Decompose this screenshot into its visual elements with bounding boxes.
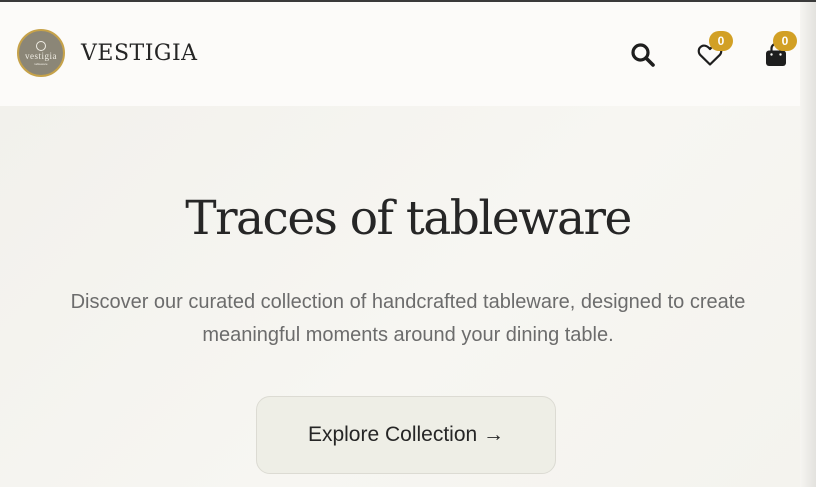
cart-count-badge: 0 bbox=[773, 31, 797, 51]
site-header: vestigia tableware VESTIGIA 0 0 bbox=[0, 2, 800, 107]
hero-subtitle-line-1: Discover our curated collection of handc… bbox=[70, 291, 746, 313]
hero-section: Traces of tableware Discover our curated… bbox=[0, 106, 800, 487]
logo-subtext: tableware bbox=[34, 61, 48, 66]
search-icon bbox=[631, 43, 655, 67]
hero-title: Traces of tableware bbox=[185, 191, 632, 246]
logo-mark-text: vestigia bbox=[25, 50, 57, 61]
search-button[interactable] bbox=[628, 40, 658, 70]
brand-name: VESTIGIA bbox=[81, 40, 198, 66]
logo-emblem-icon bbox=[36, 40, 46, 51]
logo-badge: vestigia tableware bbox=[17, 29, 65, 77]
wishlist-count-badge: 0 bbox=[709, 31, 733, 51]
hero-subtitle: Discover our curated collection of handc… bbox=[0, 286, 816, 352]
explore-collection-button[interactable]: Explore Collection → bbox=[256, 396, 556, 474]
brand-logo-link[interactable]: vestigia tableware VESTIGIA bbox=[17, 29, 198, 77]
hero-subtitle-line-2: meaningful moments around your dining ta… bbox=[202, 324, 614, 346]
